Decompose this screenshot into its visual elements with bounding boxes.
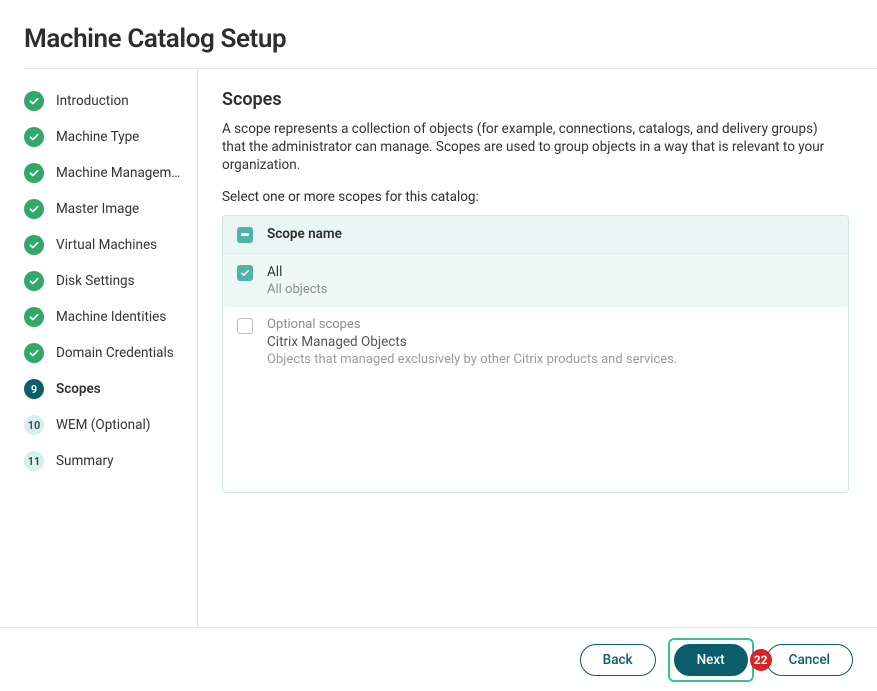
check-icon xyxy=(24,235,44,255)
scope-group-label: Optional scopes xyxy=(267,317,677,332)
step-number-badge: 11 xyxy=(24,451,44,471)
wizard-step-label: Introduction xyxy=(56,93,129,109)
section-heading: Scopes xyxy=(222,89,849,110)
step-number-badge: 9 xyxy=(24,379,44,399)
main-panel: Scopes A scope represents a collection o… xyxy=(198,69,877,627)
check-icon xyxy=(24,271,44,291)
scope-checkbox-optional[interactable] xyxy=(237,318,253,334)
scope-subtitle: All objects xyxy=(267,282,328,297)
wizard-step-label: WEM (Optional) xyxy=(56,417,150,433)
page-title: Machine Catalog Setup xyxy=(0,0,877,68)
wizard-step-label: Domain Credentials xyxy=(56,345,174,361)
wizard-step[interactable]: Domain Credentials xyxy=(24,335,187,371)
check-icon xyxy=(240,268,250,278)
wizard-step[interactable]: Master Image xyxy=(24,191,187,227)
wizard-footer: Back Next Cancel 22 xyxy=(0,627,877,691)
check-icon xyxy=(24,127,44,147)
next-button[interactable]: Next xyxy=(674,644,748,676)
wizard-step-label: Scopes xyxy=(56,381,101,397)
wizard-step[interactable]: 10 WEM (Optional) xyxy=(24,407,187,443)
wizard-step-label: Virtual Machines xyxy=(56,237,157,253)
step-count-badge: 22 xyxy=(750,649,772,671)
section-description: A scope represents a collection of objec… xyxy=(222,120,842,175)
wizard-step-label: Machine Managem… xyxy=(56,165,180,181)
wizard-step[interactable]: Disk Settings xyxy=(24,263,187,299)
scope-title: Citrix Managed Objects xyxy=(267,334,677,350)
check-icon xyxy=(24,343,44,363)
scope-title: All xyxy=(267,264,328,280)
wizard-step[interactable]: Virtual Machines xyxy=(24,227,187,263)
scope-row-all[interactable]: All All objects xyxy=(223,254,848,307)
wizard-step[interactable]: Machine Managem… xyxy=(24,155,187,191)
step-number-badge: 10 xyxy=(24,415,44,435)
scope-column-header: Scope name xyxy=(267,226,342,242)
cancel-button[interactable]: Cancel xyxy=(766,644,853,676)
wizard-step[interactable]: Machine Identities xyxy=(24,299,187,335)
wizard-steps-sidebar: Introduction Machine Type Machine Managem…… xyxy=(0,69,198,627)
back-button[interactable]: Back xyxy=(580,644,656,676)
wizard-step-label: Machine Type xyxy=(56,129,139,145)
scope-subtitle: Objects that managed exclusively by othe… xyxy=(267,352,677,367)
scope-row-optional[interactable]: Optional scopes Citrix Managed Objects O… xyxy=(223,307,848,377)
wizard-step[interactable]: 11 Summary xyxy=(24,443,187,479)
scope-checkbox-all[interactable] xyxy=(237,265,253,281)
wizard-step[interactable]: Introduction xyxy=(24,83,187,119)
wizard-step[interactable]: 9 Scopes xyxy=(24,371,187,407)
section-instruction: Select one or more scopes for this catal… xyxy=(222,189,849,205)
wizard-step-label: Machine Identities xyxy=(56,309,166,325)
check-icon xyxy=(24,199,44,219)
check-icon xyxy=(24,163,44,183)
select-all-checkbox[interactable] xyxy=(237,227,253,243)
wizard-step-label: Master Image xyxy=(56,201,139,217)
wizard-step-label: Disk Settings xyxy=(56,273,135,289)
scope-list-header[interactable]: Scope name xyxy=(223,216,848,254)
wizard-step-label: Summary xyxy=(56,453,114,469)
check-icon xyxy=(24,307,44,327)
next-button-highlight: Next xyxy=(668,638,754,682)
scope-list: Scope name All All objects Optional scop… xyxy=(222,215,849,493)
wizard-step[interactable]: Machine Type xyxy=(24,119,187,155)
check-icon xyxy=(24,91,44,111)
